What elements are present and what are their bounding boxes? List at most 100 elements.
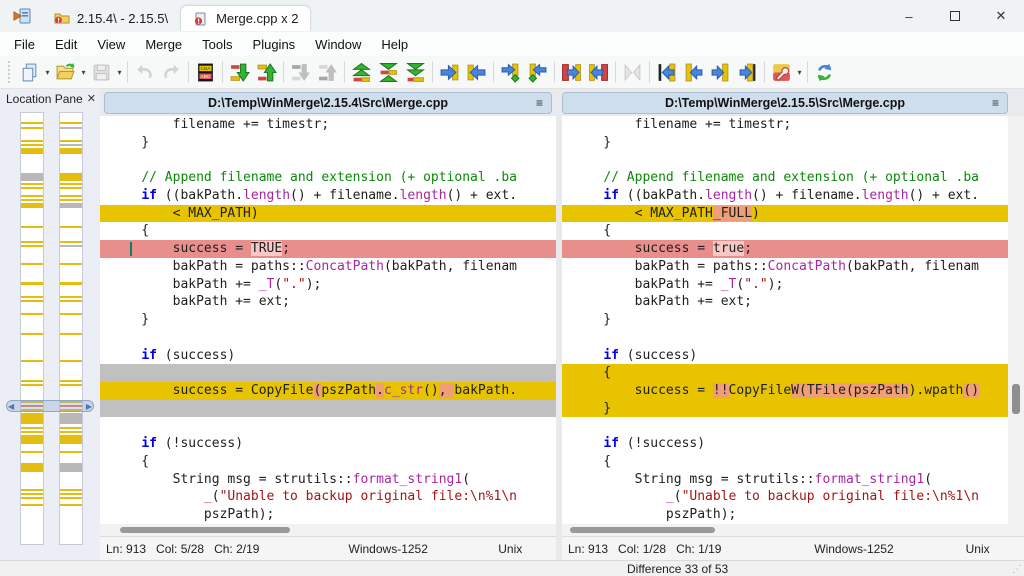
code-line: if (success) — [603, 347, 698, 363]
code-line: if ((bakPath.length() + filename.length(… — [141, 187, 518, 203]
right-pane-header[interactable]: D:\Temp\WinMerge\2.15.5\Src\Merge.cpp ≡ — [562, 92, 1008, 114]
toolbar-goto-first-file-button[interactable] — [653, 59, 680, 86]
copy-right-and-advance-icon — [501, 63, 520, 83]
vertical-scrollbar[interactable] — [1008, 116, 1024, 536]
code-line: success = TRUE; — [100, 240, 556, 258]
location-diff-bar — [60, 497, 82, 499]
menu-merge[interactable]: Merge — [135, 34, 192, 55]
location-diff-bar — [21, 463, 43, 472]
code-line: filename += timestr; — [572, 117, 792, 132]
toolbar-auto-merge-button — [619, 59, 646, 86]
location-strip-right[interactable] — [59, 112, 83, 545]
location-diff-bar — [21, 183, 43, 185]
last-difference-icon — [406, 62, 425, 82]
toolbar-current-difference-button[interactable] — [375, 59, 402, 86]
menu-edit[interactable]: Edit — [45, 34, 87, 55]
right-horizontal-scrollbar[interactable] — [562, 524, 1008, 536]
toolbar-last-difference-button[interactable] — [402, 59, 429, 86]
menu-tools[interactable]: Tools — [192, 34, 242, 55]
open-file-icon — [56, 62, 75, 79]
toolbar-open-file-dropdown-icon[interactable]: ▾ — [79, 68, 88, 77]
left-pane-header[interactable]: D:\Temp\WinMerge\2.15.4\Src\Merge.cpp ≡ — [104, 92, 552, 114]
location-view-indicator[interactable]: ◀ ▶ — [6, 400, 94, 412]
location-diff-bar — [60, 296, 82, 298]
toolbar-new-file-button[interactable] — [16, 59, 43, 86]
menu-help[interactable]: Help — [371, 34, 418, 55]
toolbar-copy-right-and-advance-button[interactable] — [497, 59, 524, 86]
code-line: // Append filename and extension (+ opti… — [603, 170, 979, 186]
toolbar-plugin-settings-button[interactable] — [768, 59, 795, 86]
filler-line — [100, 399, 556, 418]
toolbar-first-difference-button[interactable] — [348, 59, 375, 86]
location-diff-bar — [60, 173, 82, 181]
toolbar-previous-difference-button[interactable] — [253, 59, 280, 86]
menu-file[interactable]: File — [4, 34, 45, 55]
toolbar-new-file-dropdown-icon[interactable]: ▾ — [43, 68, 52, 77]
close-button[interactable]: ✕ — [978, 0, 1024, 32]
location-diff-bar — [60, 263, 82, 265]
toolbar-copy-all-right-button[interactable] — [558, 59, 585, 86]
left-code-editor[interactable]: filename += timestr; } // Append filenam… — [100, 116, 556, 524]
code-line: success = !!CopyFileW(TFile(pszPath).wpa… — [562, 382, 1008, 400]
toolbar-grip[interactable] — [8, 61, 12, 83]
left-hscroll-thumb[interactable] — [120, 527, 290, 533]
toolbar-copy-left-and-advance-button[interactable] — [524, 59, 551, 86]
toolbar-copy-right-button[interactable] — [436, 59, 463, 86]
code-line: } — [110, 134, 150, 150]
toolbar-goto-last-file-button[interactable] — [734, 59, 761, 86]
location-diff-bar — [21, 413, 43, 424]
location-diff-bar — [21, 360, 43, 362]
location-pane-close-icon[interactable]: ✕ — [87, 92, 96, 105]
menu-window[interactable]: Window — [305, 34, 371, 55]
minimize-button[interactable]: – — [886, 0, 932, 32]
location-diff-bar — [60, 463, 82, 472]
location-diff-bar — [60, 144, 82, 146]
resize-grip[interactable]: ⋰ — [1012, 564, 1022, 575]
toolbar-plugin-settings-dropdown-icon[interactable]: ▾ — [795, 68, 804, 77]
toolbar-options-abc-button[interactable]: CBA ABC — [192, 59, 219, 86]
code-line: if (!success) — [603, 436, 706, 452]
code-line: if (success) — [141, 347, 236, 363]
previous-difference-icon — [257, 62, 277, 81]
location-diff-bar — [60, 148, 82, 154]
location-strip-left[interactable] — [20, 112, 44, 545]
toolbar-separator — [807, 61, 808, 83]
right-status-col: Col: 1/28 — [618, 541, 667, 556]
left-pane-menu-icon[interactable]: ≡ — [536, 96, 543, 110]
left-horizontal-scrollbar[interactable] — [100, 524, 556, 536]
tab-folder-compare[interactable]: 2.15.4\ - 2.15.5\ — [42, 5, 180, 31]
right-code-editor[interactable]: filename += timestr; } // Append filenam… — [562, 116, 1008, 524]
current-difference-icon — [379, 62, 398, 82]
code-line: { — [562, 364, 1008, 383]
location-diff-bar — [21, 203, 43, 208]
location-diff-bar — [60, 282, 82, 285]
location-diff-bar — [21, 241, 43, 243]
toolbar-copy-all-left-button[interactable] — [585, 59, 612, 86]
toolbar-copy-left-button[interactable] — [463, 59, 490, 86]
location-diff-bar — [60, 241, 82, 243]
menu-plugins[interactable]: Plugins — [243, 34, 306, 55]
toolbar-refresh-button[interactable] — [811, 59, 838, 86]
location-diff-bar — [60, 489, 82, 491]
menu-view[interactable]: View — [87, 34, 135, 55]
right-hscroll-thumb[interactable] — [570, 527, 715, 533]
location-diff-bar — [60, 140, 82, 142]
toolbar-goto-next-file-button[interactable] — [707, 59, 734, 86]
maximize-button[interactable] — [932, 0, 978, 32]
toolbar-next-difference-button[interactable] — [226, 59, 253, 86]
next-conflict-icon — [292, 63, 310, 81]
tab-file-compare[interactable]: Merge.cpp x 2 — [180, 5, 312, 31]
code-line: < MAX_PATH_FULL) — [562, 204, 1008, 223]
right-pane-menu-icon[interactable]: ≡ — [992, 96, 999, 110]
location-diff-bar — [21, 122, 43, 124]
toolbar-separator — [493, 61, 494, 83]
vscroll-thumb[interactable] — [1012, 384, 1020, 414]
left-status-char: Ch: 2/19 — [214, 541, 260, 556]
toolbar-next-conflict-button — [287, 59, 314, 86]
toolbar-goto-prev-file-button[interactable] — [680, 59, 707, 86]
toolbar-save-dropdown-icon[interactable]: ▾ — [115, 68, 124, 77]
toolbar-open-file-button[interactable] — [52, 59, 79, 86]
